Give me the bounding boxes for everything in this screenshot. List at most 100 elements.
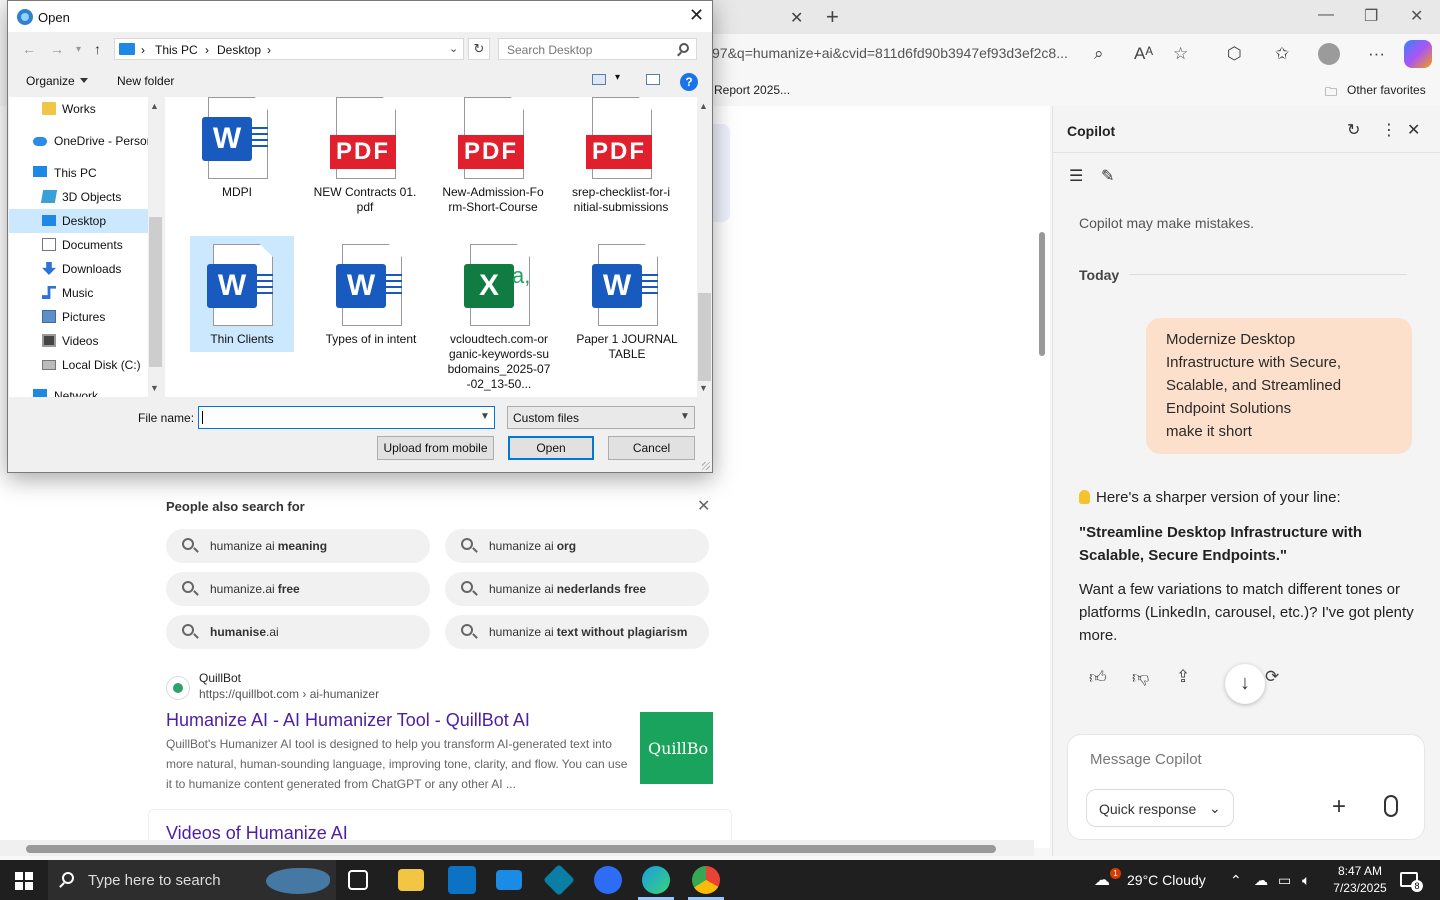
close-tab-icon[interactable]: ✕ — [790, 8, 803, 28]
nav-item-local-disk[interactable]: Local Disk (C:) — [9, 353, 149, 377]
scroll-up-icon[interactable]: ▲ — [150, 101, 159, 111]
nav-item-documents[interactable]: Documents — [9, 233, 149, 257]
navigation-pane[interactable]: Works OneDrive - Persor This PC 3D Objec… — [9, 97, 163, 397]
result-site-name[interactable]: QuillBot — [199, 671, 241, 685]
task-view-icon[interactable] — [348, 870, 368, 890]
store-icon[interactable] — [448, 866, 476, 894]
page-vertical-scrollbar[interactable] — [1034, 108, 1050, 836]
nav-item-onedrive[interactable]: OneDrive - Persor — [9, 129, 149, 153]
change-view-icon[interactable] — [592, 74, 606, 85]
volume-icon[interactable]: 🔈︎ — [1302, 872, 1310, 889]
upload-from-mobile-button[interactable]: Upload from mobile — [377, 436, 494, 460]
extensions-icon[interactable]: ⬡ — [1227, 44, 1242, 64]
copilot-icon[interactable] — [1404, 40, 1432, 68]
file-item[interactable]: PDF NEW Contracts 01.pdf — [313, 97, 417, 215]
nav-item-pictures[interactable]: Pictures — [9, 305, 149, 329]
file-list[interactable]: W MDPI PDF NEW Contracts 01.pdf PDF New-… — [165, 97, 697, 397]
file-name-input[interactable]: ▼ — [198, 406, 495, 429]
nav-item-downloads[interactable]: Downloads — [9, 257, 149, 281]
scroll-down-icon[interactable]: ▼ — [699, 383, 708, 393]
network-icon[interactable]: ▭ — [1278, 872, 1291, 889]
nav-scrollbar[interactable]: ▲ ▼ — [148, 97, 163, 397]
share-icon[interactable]: ⇪ — [1176, 667, 1190, 687]
scroll-thumb[interactable] — [149, 217, 162, 367]
result-thumbnail[interactable]: QuillBo — [640, 712, 713, 784]
notifications-icon[interactable]: 8 — [1400, 872, 1423, 892]
breadcrumb[interactable]: › This PC › Desktop › ⌄ — [114, 38, 464, 60]
result-url[interactable]: https://quillbot.com › ai-humanizer — [199, 687, 379, 701]
refresh-icon[interactable]: ↻ — [1347, 120, 1360, 140]
regenerate-icon[interactable]: ⟳ — [1265, 667, 1279, 687]
nav-item-this-pc[interactable]: This PC — [9, 161, 149, 185]
close-icon[interactable]: ✕ — [1407, 120, 1420, 140]
response-mode-select[interactable]: Quick response ⌄ — [1086, 789, 1234, 827]
favorites-icon[interactable]: ✩ — [1275, 44, 1289, 64]
menu-icon[interactable]: ☰ — [1069, 166, 1083, 186]
preview-pane-icon[interactable] — [646, 74, 660, 85]
suggestion-pill[interactable]: humanize.ai free — [166, 572, 430, 606]
weather-cloud-icon[interactable]: ☁ — [1094, 870, 1110, 890]
breadcrumb-this-pc[interactable]: This PC — [155, 43, 198, 57]
file-list-scrollbar[interactable]: ▲ ▼ — [697, 97, 712, 397]
favorite-report[interactable]: Report 2025... — [714, 83, 790, 97]
forward-arrow-icon[interactable]: → — [50, 41, 64, 57]
open-button[interactable]: Open — [508, 436, 594, 460]
cancel-button[interactable]: Cancel — [608, 436, 695, 460]
window-close-icon[interactable]: ✕ — [1410, 6, 1423, 26]
app-icon[interactable] — [543, 864, 575, 896]
suggestion-pill[interactable]: humanise .ai — [166, 615, 430, 649]
onedrive-tray-icon[interactable]: ☁ — [1254, 872, 1268, 889]
nav-item-desktop[interactable]: Desktop — [9, 209, 149, 233]
edge-icon[interactable] — [642, 866, 670, 894]
favorite-star-icon[interactable]: ☆ — [1173, 44, 1188, 64]
nav-item-music[interactable]: Music — [9, 281, 149, 305]
windows-start-icon[interactable] — [15, 872, 33, 890]
up-arrow-icon[interactable]: ↑ — [94, 41, 101, 57]
suggestion-pill[interactable]: humanize ai meaning — [166, 529, 430, 563]
zoom-icon[interactable]: ⌕ — [1094, 44, 1104, 64]
suggestion-pill[interactable]: humanize ai org — [445, 529, 709, 563]
view-dropdown-icon[interactable]: ▾ — [615, 72, 620, 83]
file-explorer-icon[interactable] — [398, 869, 424, 891]
file-item[interactable]: W Types of in intent — [319, 244, 423, 347]
file-item[interactable]: W Paper 1 JOURNAL TABLE — [575, 244, 679, 362]
scroll-down-icon[interactable]: ↓ — [1225, 664, 1265, 704]
nav-item-works[interactable]: Works — [9, 97, 149, 121]
scroll-thumb[interactable] — [26, 845, 996, 853]
file-type-select[interactable]: Custom files ▼ — [507, 406, 695, 429]
message-composer[interactable]: Message Copilot Quick response ⌄ + — [1067, 734, 1425, 840]
chevron-down-icon[interactable]: ▼ — [480, 411, 490, 422]
nav-item-videos[interactable]: Videos — [9, 329, 149, 353]
file-item-selected[interactable]: W Thin Clients — [190, 236, 294, 352]
restore-icon[interactable]: ❐ — [1364, 6, 1378, 26]
scroll-down-icon[interactable]: ▼ — [150, 383, 159, 393]
thumbs-down-icon[interactable]: 👎︎ — [1132, 667, 1149, 688]
suggestion-pill[interactable]: humanize ai text without plagiarism — [445, 615, 709, 649]
thumbs-up-icon[interactable]: 👍︎ — [1089, 667, 1107, 688]
help-icon[interactable]: ? — [680, 73, 698, 91]
scroll-up-icon[interactable]: ▲ — [699, 101, 708, 111]
search-input[interactable]: Search Desktop — [498, 38, 697, 60]
close-icon[interactable]: ✕ — [697, 496, 710, 516]
page-horizontal-scrollbar[interactable] — [0, 840, 1034, 856]
zoom-app-icon[interactable] — [594, 866, 622, 894]
add-icon[interactable]: + — [1332, 793, 1346, 821]
read-aloud-icon[interactable]: Aᴬ — [1134, 44, 1153, 64]
chrome-icon[interactable] — [692, 866, 720, 894]
file-item[interactable]: PDF New-Admission-Form-Short-Course — [441, 97, 545, 215]
suggestion-pill[interactable]: humanize ai nederlands free — [445, 572, 709, 606]
weather-text[interactable]: 29°C Cloudy — [1127, 872, 1206, 888]
file-item[interactable]: W MDPI — [185, 97, 289, 200]
file-item[interactable]: PDF srep-checklist-for-initial-submissio… — [569, 97, 673, 215]
more-options-icon[interactable]: ⋮ — [1381, 120, 1397, 140]
chevron-down-icon[interactable]: ⌄ — [449, 42, 458, 55]
back-arrow-icon[interactable]: ← — [22, 41, 36, 57]
file-item[interactable]: Xa, vcloudtech.com-organic-keywords-subd… — [447, 244, 551, 392]
minimize-icon[interactable]: — — [1318, 6, 1334, 24]
taskbar-search[interactable]: Type here to search — [48, 860, 336, 900]
other-favorites[interactable]: Other favorites — [1347, 83, 1426, 97]
microphone-icon[interactable] — [1384, 795, 1398, 817]
resize-grip[interactable] — [702, 462, 710, 470]
nav-item-3d-objects[interactable]: 3D Objects — [9, 185, 149, 209]
nav-item-network[interactable]: Network — [9, 384, 149, 397]
